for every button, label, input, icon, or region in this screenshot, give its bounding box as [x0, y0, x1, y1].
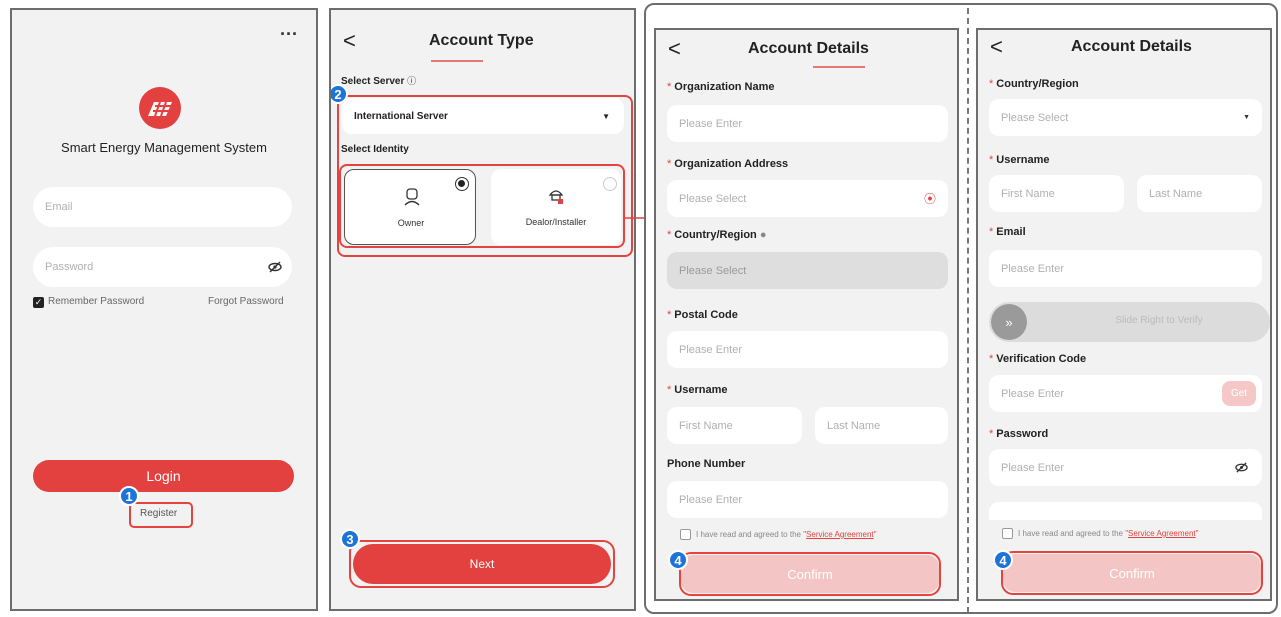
- remember-checkbox[interactable]: ✓: [33, 297, 44, 308]
- org-address-input[interactable]: Please Select ⦿: [667, 180, 948, 217]
- password-input[interactable]: Password: [33, 247, 292, 287]
- confirm-highlight: [1001, 551, 1263, 595]
- dealer-label: Dealor/Installer: [525, 217, 587, 227]
- app-name: Smart Energy Management System: [61, 140, 267, 155]
- phone-label: Phone Number: [667, 458, 746, 470]
- verification-code-label: * Verification Code: [989, 353, 1087, 365]
- agree-checkbox[interactable]: [680, 529, 691, 540]
- brand-logo-icon: [139, 87, 181, 129]
- org-name-input[interactable]: Please Enter: [667, 105, 948, 142]
- step-badge-4: 4: [668, 550, 688, 570]
- slide-verify-label: Slide Right to Verify: [1115, 315, 1203, 326]
- register-link[interactable]: Register: [140, 508, 177, 519]
- last-name-input[interactable]: Last Name: [1137, 175, 1262, 212]
- country-select[interactable]: Please Select: [667, 252, 948, 289]
- agreement-text: I have read and agreed to the "Service A…: [1018, 529, 1199, 538]
- first-name-input[interactable]: First Name: [989, 175, 1124, 212]
- back-icon[interactable]: <: [990, 36, 1003, 58]
- email-input[interactable]: Please Enter: [989, 250, 1262, 287]
- password-label: * Password: [989, 428, 1049, 440]
- next-button[interactable]: Next: [353, 544, 611, 584]
- dashed-separator: [967, 8, 969, 613]
- owner-radio[interactable]: [455, 177, 469, 191]
- step-badge-4: 4: [993, 550, 1013, 570]
- title-underline: [431, 60, 483, 62]
- country-label: * Country/Region: [989, 78, 1079, 90]
- page-title: Account Details: [748, 40, 869, 57]
- login-screen: ··· Smart Energy Management System Email…: [10, 8, 318, 611]
- verification-code-input[interactable]: Please Enter Get: [989, 375, 1262, 412]
- postal-code-input[interactable]: Please Enter: [667, 331, 948, 368]
- forgot-password-link[interactable]: Forgot Password: [208, 296, 284, 307]
- select-server-label: Select Server ⓘ: [341, 76, 417, 87]
- confirm-highlight: [679, 552, 941, 596]
- service-agreement-link[interactable]: Service Agreement: [1128, 529, 1196, 538]
- owner-label: Owner: [397, 218, 425, 228]
- eye-slash-icon[interactable]: [1235, 461, 1248, 474]
- agree-checkbox[interactable]: [1002, 528, 1013, 539]
- menu-dots-icon[interactable]: ···: [280, 24, 298, 45]
- first-name-input[interactable]: First Name: [667, 407, 802, 444]
- info-icon[interactable]: ●: [760, 229, 767, 241]
- server-select[interactable]: International Server ▼: [342, 98, 624, 134]
- username-label: * Username: [667, 384, 728, 396]
- owner-icon: [404, 188, 420, 206]
- dealer-radio[interactable]: [603, 177, 617, 191]
- postal-code-label: * Postal Code: [667, 309, 738, 321]
- step-badge-3: 3: [340, 529, 360, 549]
- hidden-field-edge: [989, 502, 1262, 520]
- agreement-text: I have read and agreed to the "Service A…: [696, 530, 877, 539]
- get-code-button[interactable]: Get: [1222, 381, 1256, 406]
- account-type-screen: < Account Type Select Server ⓘ 2 Interna…: [329, 8, 636, 611]
- account-details-email-screen: < Account Details * Country/Region Please…: [976, 28, 1272, 601]
- country-label: * Country/Region ●: [667, 229, 767, 241]
- title-underline: [813, 66, 865, 68]
- last-name-input[interactable]: Last Name: [815, 407, 948, 444]
- username-label: * Username: [989, 154, 1050, 166]
- eye-slash-icon[interactable]: [268, 260, 282, 274]
- org-name-label: * Organization Name: [667, 81, 775, 93]
- remember-label: Remember Password: [48, 296, 145, 307]
- back-icon[interactable]: <: [343, 30, 356, 52]
- login-button[interactable]: Login: [33, 460, 294, 492]
- location-pin-icon[interactable]: ⦿: [924, 190, 936, 207]
- dropdown-caret-icon: ▼: [1243, 114, 1250, 121]
- password-input[interactable]: Please Enter: [989, 449, 1262, 486]
- page-title: Account Type: [429, 32, 534, 49]
- installer-icon: [548, 190, 564, 204]
- email-input[interactable]: Email: [33, 187, 292, 227]
- slide-handle[interactable]: »: [991, 304, 1027, 340]
- dropdown-caret-icon: ▼: [602, 111, 610, 121]
- org-address-label: * Organization Address: [667, 158, 789, 170]
- account-details-org-screen: < Account Details * Organization Name Ple…: [654, 28, 959, 601]
- back-icon[interactable]: <: [668, 38, 681, 60]
- phone-input[interactable]: Please Enter: [667, 481, 948, 518]
- help-icon[interactable]: ⓘ: [407, 76, 416, 86]
- service-agreement-link[interactable]: Service Agreement: [806, 530, 874, 539]
- page-title: Account Details: [1071, 38, 1192, 55]
- select-identity-label: Select Identity: [341, 144, 409, 155]
- dealer-card[interactable]: Dealor/Installer: [491, 169, 621, 245]
- owner-card[interactable]: Owner: [344, 169, 476, 245]
- step-badge-1: 1: [119, 486, 139, 506]
- email-label: * Email: [989, 226, 1026, 238]
- country-select[interactable]: Please Select ▼: [989, 99, 1262, 136]
- slide-verify-track[interactable]: » Slide Right to Verify: [989, 302, 1270, 342]
